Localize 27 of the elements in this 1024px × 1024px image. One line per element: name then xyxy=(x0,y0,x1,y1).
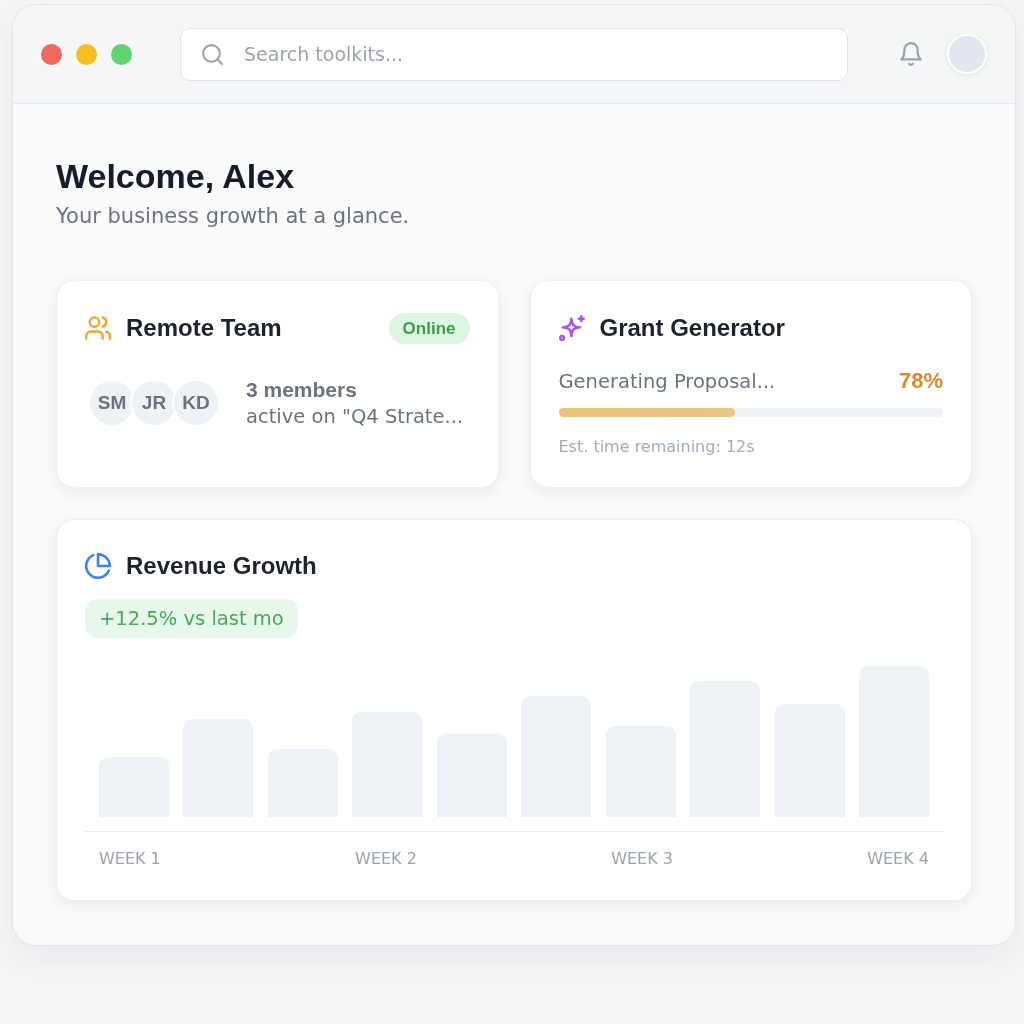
search-icon xyxy=(201,42,224,66)
maximize-button[interactable] xyxy=(111,43,132,65)
progress-percent: 78% xyxy=(898,368,943,394)
close-button[interactable] xyxy=(41,43,62,65)
time-remaining: Est. time remaining: 12s xyxy=(558,437,755,456)
minimize-button[interactable] xyxy=(76,43,97,65)
welcome-subtitle: Your business growth at a glance. xyxy=(56,203,410,230)
activity-text: active on "Q4 Strate... xyxy=(246,404,464,430)
pie-chart-icon xyxy=(85,553,111,579)
task-label: Generating Proposal... xyxy=(558,369,776,393)
notification-bell-icon[interactable] xyxy=(900,42,922,66)
user-avatar[interactable] xyxy=(947,34,987,74)
status-badge: Online xyxy=(388,312,470,344)
search-field[interactable]: Search toolkits... xyxy=(180,27,848,81)
sparkle-icon xyxy=(558,315,585,341)
card-title: Revenue Growth xyxy=(126,552,317,580)
users-icon xyxy=(85,315,111,341)
welcome-title: Welcome, Alex xyxy=(56,156,295,196)
member-avatar: KD xyxy=(172,379,220,427)
axis-label: WEEK 1 xyxy=(99,849,161,868)
card-title: Grant Generator xyxy=(599,314,785,342)
growth-badge: +12.5% vs last mo xyxy=(85,599,298,638)
axis-label: WEEK 2 xyxy=(355,849,417,868)
axis-label: WEEK 3 xyxy=(611,849,673,868)
card-title: Remote Team xyxy=(126,314,282,342)
axis-label: WEEK 4 xyxy=(867,849,929,868)
member-count: 3 members xyxy=(246,377,358,403)
